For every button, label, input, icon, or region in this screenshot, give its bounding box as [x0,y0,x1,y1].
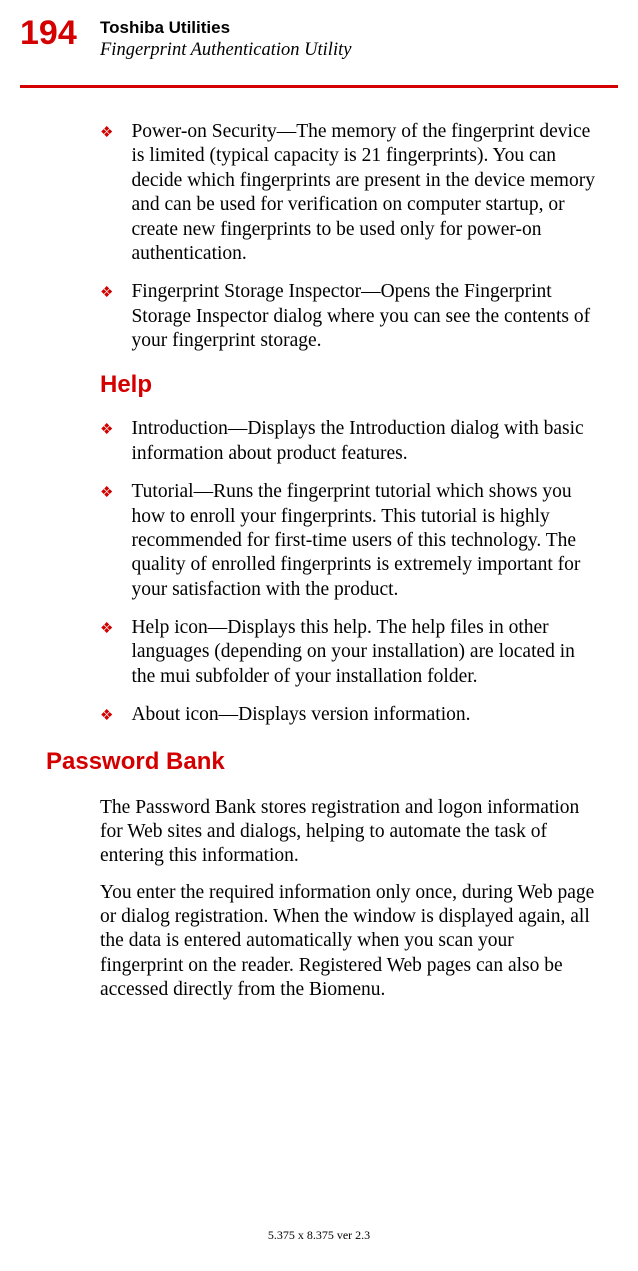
page-number: 194 [0,16,100,50]
page-footer: 5.375 x 8.375 ver 2.3 [0,1228,638,1243]
bullet-text: Help icon—Displays this help. The help f… [131,616,600,689]
list-item: ❖ Tutorial—Runs the fingerprint tutorial… [100,480,600,602]
list-item: ❖ Introduction—Displays the Introduction… [100,417,600,466]
header-title: Toshiba Utilities [100,18,351,38]
header-subtitle: Fingerprint Authentication Utility [100,40,351,61]
bullet-icon: ❖ [100,703,113,727]
list-item: ❖ About icon—Displays version informatio… [100,703,600,727]
list-item: ❖ Help icon—Displays this help. The help… [100,616,600,689]
bullet-icon: ❖ [100,480,113,602]
bullet-text: Fingerprint Storage Inspector—Opens the … [131,280,600,353]
help-heading: Help [100,371,600,399]
bullet-text: Tutorial—Runs the fingerprint tutorial w… [131,480,600,602]
bullet-icon: ❖ [100,417,113,466]
bullet-text: About icon—Displays version information. [131,703,470,727]
header-text-block: Toshiba Utilities Fingerprint Authentica… [100,16,351,61]
password-bank-heading: Password Bank [46,748,600,776]
page-header: 194 Toshiba Utilities Fingerprint Authen… [0,0,638,61]
bullet-text: Introduction—Displays the Introduction d… [131,417,600,466]
bullet-text: Power-on Security—The memory of the fing… [131,120,600,266]
list-item: ❖ Fingerprint Storage Inspector—Opens th… [100,280,600,353]
main-content: ❖ Power-on Security—The memory of the fi… [0,120,638,1003]
bullet-icon: ❖ [100,616,113,689]
paragraph: The Password Bank stores registration an… [100,796,600,869]
list-item: ❖ Power-on Security—The memory of the fi… [100,120,600,266]
bullet-icon: ❖ [100,280,113,353]
bullet-icon: ❖ [100,120,113,266]
red-divider [20,85,618,88]
paragraph: You enter the required information only … [100,881,600,1003]
